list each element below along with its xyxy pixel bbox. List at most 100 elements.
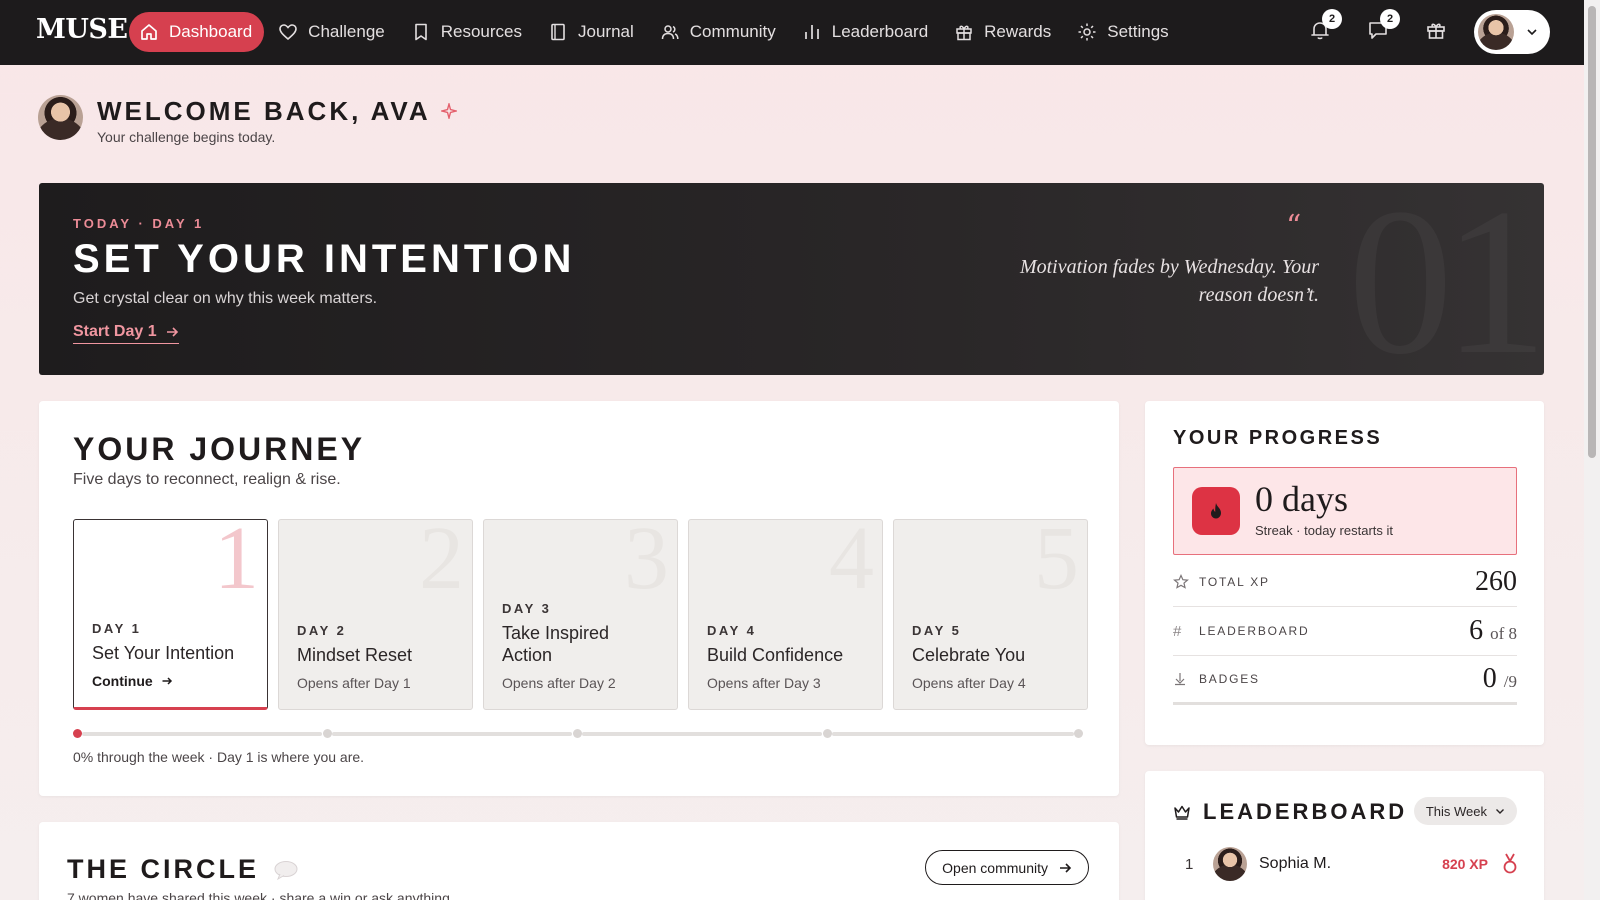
- nav-item-journal[interactable]: Journal: [536, 12, 646, 52]
- nav-item-label: Community: [689, 22, 776, 41]
- start-day-button[interactable]: Start Day 1: [73, 323, 179, 344]
- day-card-4[interactable]: 4 DAY 4 Build Confidence Opens after Day…: [688, 519, 883, 710]
- progress-card: YOUR PROGRESS 0 days Streak · today rest…: [1145, 401, 1544, 745]
- day-card-2[interactable]: 2 DAY 2 Mindset Reset Opens after Day 1: [278, 519, 473, 710]
- home-icon: [139, 22, 159, 42]
- welcome-header: WELCOME BACK, AVA Your challenge begins …: [38, 95, 457, 145]
- open-community-label: Open community: [942, 859, 1048, 876]
- day-number: 2: [419, 519, 464, 608]
- user-menu-button[interactable]: [1474, 10, 1550, 54]
- day-label: DAY 5: [912, 623, 962, 638]
- journey-card: YOUR JOURNEY Five days to reconnect, rea…: [39, 401, 1119, 796]
- progress-title: YOUR PROGRESS: [1173, 427, 1383, 449]
- gift-button[interactable]: [1416, 12, 1456, 52]
- nav-item-label: Settings: [1107, 22, 1169, 41]
- day-status: Opens after Day 2: [502, 675, 616, 691]
- nav-item-label: Resources: [440, 22, 522, 41]
- start-day-label: Start Day 1: [73, 323, 157, 340]
- day-card-1[interactable]: 1 DAY 1 Set Your Intention Continue: [73, 519, 268, 710]
- stat-row-total-xp: TOTAL XP 260: [1173, 558, 1517, 607]
- track-segment: [82, 732, 322, 736]
- hash-icon: #: [1173, 622, 1182, 640]
- nav-item-label: Challenge: [308, 22, 385, 41]
- day-label: DAY 4: [707, 623, 757, 638]
- notifications-button[interactable]: 2: [1300, 9, 1342, 52]
- nav-item-dashboard[interactable]: Dashboard: [129, 12, 265, 52]
- day-number: 3: [624, 519, 669, 608]
- leaderboard-rank: 6: [1469, 615, 1484, 646]
- day-label: DAY 2: [297, 623, 347, 638]
- period-label: This Week: [1425, 803, 1487, 819]
- nav-item-settings[interactable]: Settings: [1065, 12, 1180, 52]
- nav-item-label: Leaderboard: [831, 22, 929, 41]
- hero-subtitle: Get crystal clear on why this week matte…: [73, 290, 378, 307]
- message-count-badge: 2: [1380, 9, 1400, 29]
- gear-icon: [1077, 22, 1097, 42]
- circle-title: THE CIRCLE: [67, 854, 259, 884]
- track-dot: [823, 729, 832, 738]
- nav-item-label: Journal: [578, 22, 634, 41]
- welcome-subtitle: Your challenge begins today.: [97, 129, 276, 145]
- streak-value: 0 days: [1255, 479, 1348, 519]
- bookmark-icon: [411, 22, 431, 42]
- day-number: 1: [214, 519, 259, 608]
- arrow-right-icon: [1058, 861, 1072, 875]
- stat-label: TOTAL XP: [1199, 575, 1270, 589]
- day-card-5[interactable]: 5 DAY 5 Celebrate You Opens after Day 4: [893, 519, 1088, 710]
- gift-icon: [1425, 19, 1447, 46]
- flame-icon: [1192, 487, 1240, 535]
- nav-item-community[interactable]: Community: [648, 12, 788, 52]
- day-label: DAY 3: [502, 601, 552, 616]
- leaderboard-period-select[interactable]: This Week: [1413, 797, 1517, 825]
- total-xp-value: 260: [1475, 566, 1517, 597]
- circle-card: THE CIRCLE 7 women have shared this week…: [39, 822, 1119, 900]
- hero-day-number: 01: [1348, 183, 1544, 375]
- track-segment: [832, 732, 1074, 736]
- day-status: Opens after Day 3: [707, 675, 821, 691]
- leader-name: Sophia M.: [1259, 855, 1332, 872]
- day-status: Continue: [92, 673, 153, 689]
- messages-button[interactable]: 2: [1358, 9, 1400, 52]
- notebook-icon: [548, 22, 568, 42]
- track-dot: [323, 729, 332, 738]
- journey-progress-track: [73, 728, 1083, 740]
- day-label: DAY 1: [92, 621, 142, 636]
- track-dot-current: [73, 729, 82, 738]
- nav-item-label: Rewards: [984, 22, 1052, 41]
- streak-panel: 0 days Streak · today restarts it: [1173, 467, 1517, 555]
- track-dot: [573, 729, 582, 738]
- medal-icon: [1502, 853, 1518, 875]
- journey-days: 1 DAY 1 Set Your Intention Continue 2 DA…: [73, 519, 1088, 710]
- quote-mark-icon: “: [1286, 209, 1302, 244]
- chevron-down-icon: [1526, 26, 1538, 38]
- today-hero-banner: 01 TODAY · DAY 1 SET YOUR INTENTION Get …: [39, 183, 1544, 375]
- page-scrollbar[interactable]: [1584, 0, 1600, 900]
- nav-item-challenge[interactable]: Challenge: [266, 12, 397, 52]
- leaderboard-title: LEADERBOARD: [1203, 799, 1408, 824]
- continue-link[interactable]: Continue: [92, 673, 257, 689]
- open-community-button[interactable]: Open community: [925, 850, 1089, 885]
- stat-row-badges: BADGES 0 /9: [1173, 656, 1517, 705]
- scrollbar-thumb[interactable]: [1588, 6, 1596, 458]
- leaderboard-row[interactable]: 1 Sophia M. 820 XP: [1185, 846, 1518, 882]
- circle-subtitle: 7 women have shared this week · share a …: [67, 890, 450, 900]
- day-name: Celebrate You: [912, 645, 1026, 665]
- nav-item-resources[interactable]: Resources: [399, 12, 534, 52]
- nav-item-rewards[interactable]: Rewards: [942, 12, 1063, 52]
- crown-icon: [1173, 804, 1191, 820]
- nav-item-leaderboard[interactable]: Leaderboard: [790, 12, 940, 52]
- star-icon: [1173, 574, 1193, 590]
- day-card-3[interactable]: 3 DAY 3 Take Inspired Action Opens after…: [483, 519, 678, 710]
- badges-value: 0 /9: [1483, 663, 1517, 695]
- day-number: 5: [1034, 519, 1079, 608]
- journey-progress-caption: 0% through the week · Day 1 is where you…: [73, 749, 365, 765]
- day-number: 4: [829, 519, 874, 608]
- top-navbar: MUSE Dashboard Challenge Resources Journ…: [0, 0, 1584, 65]
- stat-row-leaderboard: # LEADERBOARD 6 of 8: [1173, 607, 1517, 656]
- badge-icon: [1173, 672, 1193, 686]
- day-name: Set Your Intention: [92, 643, 235, 663]
- badges-total: /9: [1503, 672, 1517, 691]
- leaderboard-title-row: LEADERBOARD: [1173, 799, 1407, 825]
- brand-logo[interactable]: MUSE: [36, 14, 128, 45]
- day-name: Take Inspired Action: [502, 623, 610, 665]
